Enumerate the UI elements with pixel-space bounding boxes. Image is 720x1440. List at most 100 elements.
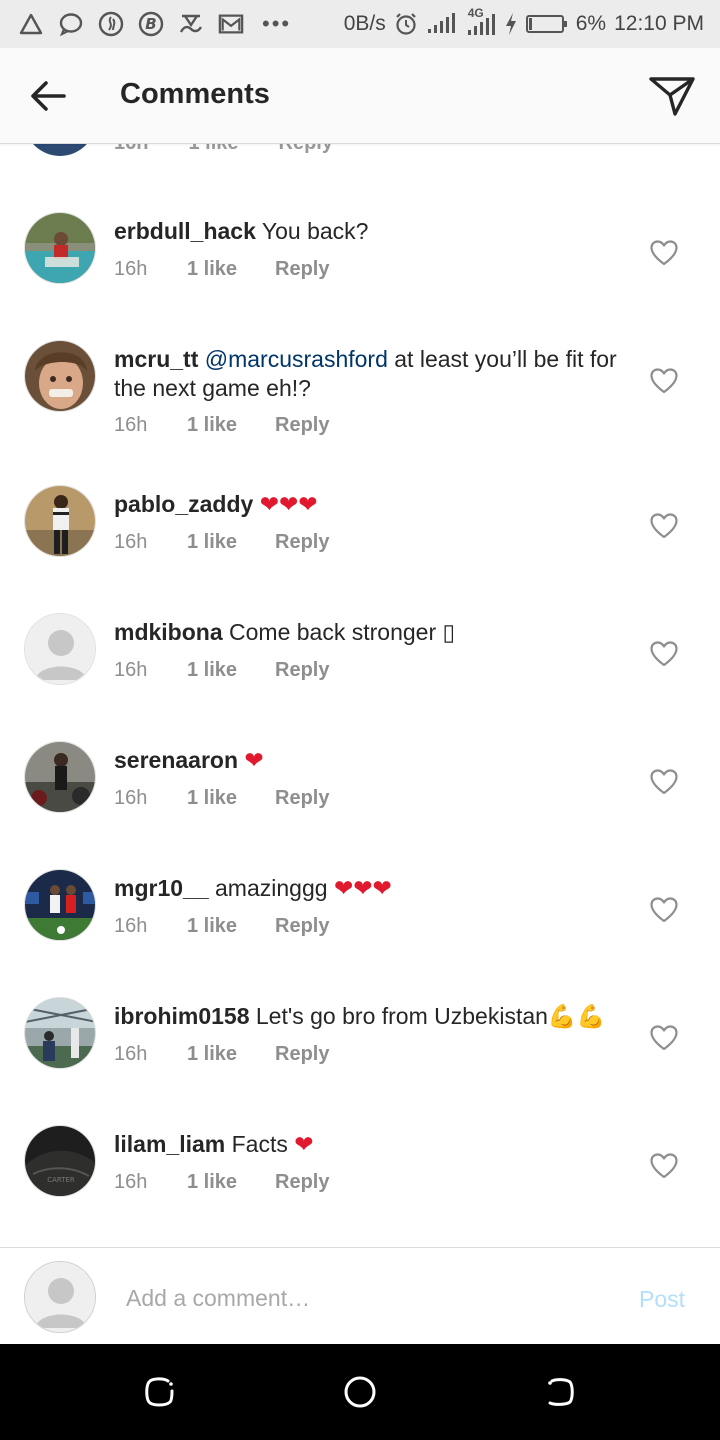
comment-body: pablo_zaddy ❤❤❤ [114,490,624,519]
system-status: 0B/s 4G 6% 12:10 PM [344,6,704,38]
comment-time: 16h [114,1043,148,1065]
comment-meta: 16h 1 like Reply [114,1043,329,1066]
heart-outline-icon [650,240,678,266]
heart-emoji: ❤ [294,1131,314,1157]
back-nav-icon [548,1378,574,1406]
like-count[interactable]: 1 like [187,915,275,938]
svg-text:B: B [145,15,156,33]
comment-item: serenaaron ❤ 16h 1 like Reply [0,741,720,851]
recents-icon [145,1377,174,1407]
default-avatar-icon[interactable] [24,613,96,685]
avatar[interactable]: CARTER [24,1125,96,1197]
heart-emoji: ❤ [244,747,264,773]
comment-username[interactable]: serenaaron [114,747,238,773]
comment-username[interactable]: lilam_liam [114,1131,225,1157]
transfer-icon [178,11,204,37]
comment-body: serenaaron ❤ [114,746,624,775]
home-button[interactable] [342,1374,378,1410]
like-count[interactable]: 1 like [187,787,275,810]
like-button[interactable] [650,769,678,795]
avatar[interactable] [24,340,96,412]
paper-plane-icon [649,77,695,116]
like-button[interactable] [650,1153,678,1179]
signal-4g-icon: 4G [464,6,496,38]
battery-icon [525,13,568,35]
comment-text: Let's go bro from Uzbekistan💪💪 [255,1003,606,1029]
like-button[interactable] [650,897,678,923]
signal-icon [426,12,456,36]
like-button[interactable] [650,368,678,394]
like-count[interactable]: 1 like [187,1171,275,1194]
comment-meta: 16h 1 like Reply [114,787,329,810]
like-count[interactable]: 1 like [187,258,275,281]
comment-username[interactable]: ibrohim0158 [114,1003,250,1029]
reply-button[interactable]: Reply [275,531,329,554]
reply-button[interactable]: Reply [275,659,329,682]
home-circle-icon [344,1376,376,1408]
avatar[interactable] [24,997,96,1069]
like-button[interactable] [650,641,678,667]
back-arrow-icon [31,81,66,111]
reply-button[interactable]: Reply [275,258,329,281]
reply-button[interactable]: Reply [275,1043,329,1066]
comment-item: mdkibona Come back stronger ▯ 16h 1 like… [0,613,720,723]
comments-header: Comments [0,48,720,144]
reply-button[interactable]: Reply [275,787,329,810]
comment-time: 16h [114,258,148,280]
like-count[interactable]: 1 like [187,531,275,554]
comment-item: erbdull_hack You back? 16h 1 like Reply [0,212,720,322]
comments-list[interactable]: erbdull_hack You back? 16h 1 like Reply … [0,145,720,1247]
comment-item: mcru_tt @marcusrashford at least you’ll … [0,340,720,470]
like-count[interactable]: 1 like [187,414,275,437]
gmail-icon [218,11,244,37]
like-button[interactable] [650,1025,678,1051]
comment-body: erbdull_hack You back? [114,217,624,246]
comment-time: 16h [114,659,148,681]
add-comment-bar: Post [0,1247,720,1344]
reply-button[interactable]: Reply [275,414,329,437]
post-button[interactable]: Post [639,1286,685,1313]
reply-button[interactable]: Reply [275,1171,329,1194]
clock: 12:10 PM [614,12,704,35]
notification-icons: B ••• [18,11,291,37]
comment-time: 16h [114,915,148,937]
heart-emoji: ❤❤❤ [259,491,318,517]
comment-username[interactable]: pablo_zaddy [114,491,253,517]
comment-username[interactable]: mgr10__ [114,875,209,901]
comment-text: Come back stronger ▯ [229,619,456,645]
comment-meta: 16h 1 like Reply [114,414,329,437]
share-button[interactable] [648,74,696,118]
warning-triangle-icon [18,11,44,37]
like-button[interactable] [650,240,678,266]
my-avatar [24,1261,96,1333]
comment-text: amazinggg [215,875,328,901]
comment-time: 16h [114,787,148,809]
avatar[interactable] [24,485,96,557]
back-nav-button[interactable] [542,1374,578,1410]
like-button[interactable] [650,513,678,539]
like-count[interactable]: 1 like [187,1043,275,1066]
comment-input[interactable] [126,1278,596,1318]
recents-button[interactable] [142,1374,178,1410]
more-dots-icon: ••• [262,11,292,36]
heart-outline-icon [650,1153,678,1179]
back-button[interactable] [28,78,68,114]
comment-text: Facts [231,1131,288,1157]
comment-username[interactable]: erbdull_hack [114,218,256,244]
avatar[interactable] [24,741,96,813]
page-title: Comments [120,78,270,110]
like-count[interactable]: 1 like [187,659,275,682]
avatar[interactable] [24,869,96,941]
comment-username[interactable]: mcru_tt [114,346,198,372]
comment-item: mgr10__ amazinggg ❤❤❤ 16h 1 like Reply [0,869,720,979]
heart-emoji: ❤❤❤ [333,875,392,901]
comment-username[interactable]: mdkibona [114,619,223,645]
battery-percent: 6% [575,12,607,35]
b-app-icon: B [138,11,164,37]
heart-outline-icon [650,897,678,923]
avatar[interactable] [24,212,96,284]
heart-outline-icon [650,1025,678,1051]
comment-body: mgr10__ amazinggg ❤❤❤ [114,874,624,903]
mention-link[interactable]: @marcusrashford [205,346,388,372]
reply-button[interactable]: Reply [275,915,329,938]
